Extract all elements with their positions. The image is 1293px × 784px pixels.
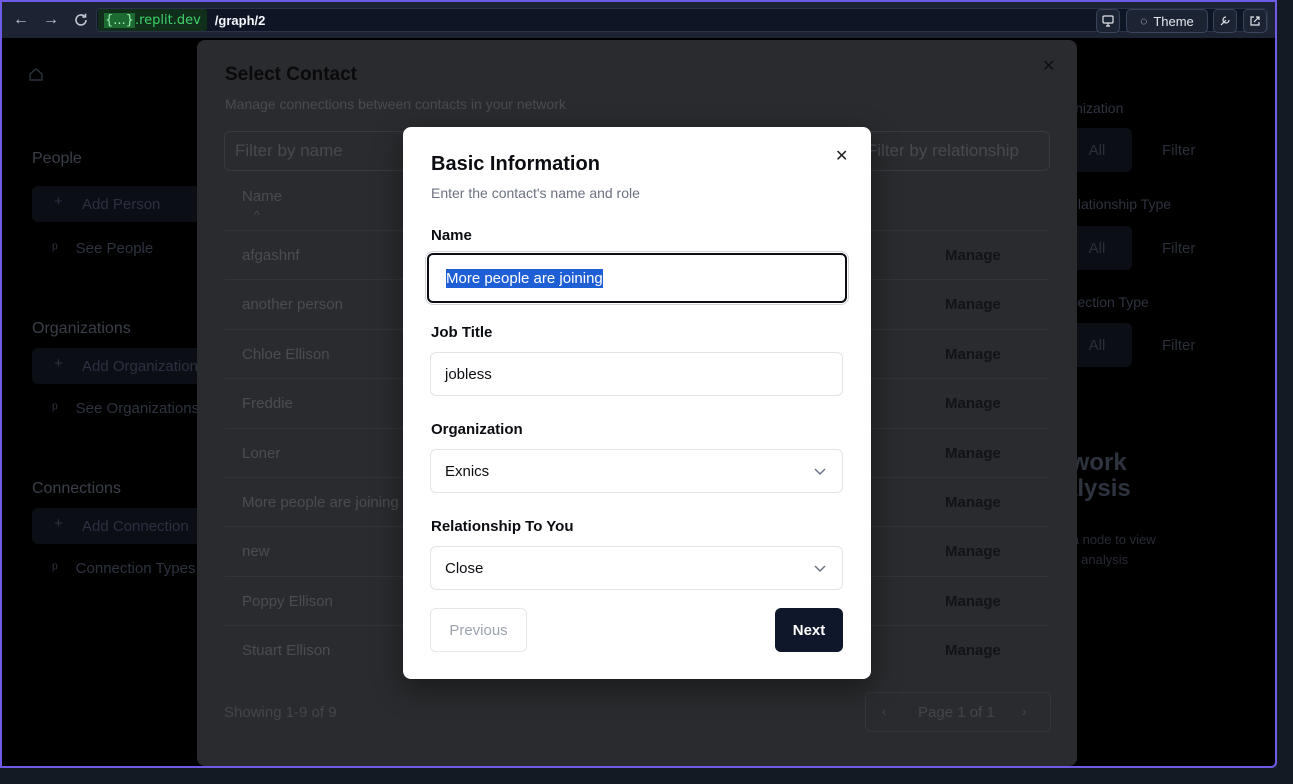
prev-page-icon[interactable]: ‹ bbox=[882, 703, 887, 719]
back-icon[interactable]: ← bbox=[8, 7, 34, 33]
job-title-value: jobless bbox=[445, 365, 492, 383]
chevron-down-icon bbox=[814, 565, 826, 573]
name-label: Name bbox=[431, 227, 472, 244]
url-bar[interactable]: {...}.replit.dev /graph/2 → bbox=[96, 8, 1268, 32]
organization-label: Organization bbox=[431, 421, 523, 438]
contact-name: Poppy Ellison bbox=[242, 592, 333, 610]
url-domain-rest: .replit.dev bbox=[134, 12, 201, 28]
close-icon[interactable]: ✕ bbox=[835, 146, 848, 166]
add-connection-button[interactable]: + Add Connection bbox=[32, 508, 202, 544]
users-icon: ᵖ bbox=[52, 560, 58, 577]
chevron-down-icon bbox=[814, 468, 826, 476]
contact-name: Stuart Ellison bbox=[242, 642, 331, 660]
sort-ascending-icon[interactable]: ^ bbox=[254, 208, 260, 222]
basic-information-modal: Basic Information Enter the contact's na… bbox=[403, 127, 871, 679]
url-domain-highlight: {...} bbox=[104, 12, 135, 28]
modal-title: Basic Information bbox=[431, 153, 600, 175]
manage-button[interactable]: Manage bbox=[945, 296, 1001, 313]
url-path: /graph/2 bbox=[214, 12, 266, 28]
contact-name: Freddie bbox=[242, 395, 293, 413]
connection-types-link[interactable]: ᵖ Connection Types bbox=[52, 560, 202, 577]
job-title-label: Job Title bbox=[431, 324, 493, 341]
theme-label: Theme bbox=[1153, 13, 1194, 29]
add-organization-button[interactable]: + Add Organization bbox=[32, 348, 202, 384]
manage-button[interactable]: Manage bbox=[945, 593, 1001, 610]
previous-button[interactable]: Previous bbox=[430, 608, 527, 652]
organization-value: Exnics bbox=[445, 462, 490, 480]
users-icon: ᵖ bbox=[52, 400, 58, 417]
name-input[interactable]: More people are joining bbox=[425, 251, 849, 305]
see-people-label: See People bbox=[75, 240, 154, 257]
job-title-input[interactable]: jobless bbox=[430, 352, 843, 396]
showing-count: Showing 1-9 of 9 bbox=[224, 704, 337, 721]
home-icon[interactable] bbox=[28, 66, 44, 82]
manage-button[interactable]: Manage bbox=[945, 395, 1001, 412]
pagination: ‹ Page 1 of 1 › bbox=[865, 692, 1051, 732]
add-person-button[interactable]: + Add Person bbox=[32, 186, 202, 222]
select-contact-subtitle: Manage connections between contacts in y… bbox=[225, 96, 566, 112]
devices-icon[interactable] bbox=[1096, 9, 1120, 33]
filter-organization-filter[interactable]: Filter bbox=[1162, 142, 1195, 159]
relationship-label: Relationship To You bbox=[431, 518, 574, 535]
manage-button[interactable]: Manage bbox=[945, 247, 1001, 264]
next-button[interactable]: Next bbox=[775, 608, 843, 652]
contact-name: afgashnf bbox=[242, 247, 300, 264]
sidebar-section-connections: Connections bbox=[32, 480, 121, 497]
url-domain: {...} .replit.dev bbox=[98, 9, 207, 31]
contact-name: Loner bbox=[242, 444, 281, 462]
manage-button[interactable]: Manage bbox=[945, 346, 1001, 363]
see-organizations-link[interactable]: ᵖ See Organizations bbox=[52, 400, 202, 417]
sidebar-section-organizations: Organizations bbox=[32, 320, 131, 337]
manage-button[interactable]: Manage bbox=[945, 494, 1001, 511]
close-icon[interactable]: ✕ bbox=[1042, 56, 1055, 76]
filter-relationship-filter[interactable]: Filter bbox=[1162, 240, 1195, 257]
screen: ← → {...}.replit.dev /graph/2 → ◌ Theme P… bbox=[0, 0, 1293, 784]
add-connection-label: Add Connection bbox=[82, 517, 189, 535]
page-indicator: Page 1 of 1 bbox=[918, 704, 995, 721]
reload-icon[interactable] bbox=[68, 7, 94, 33]
next-page-icon[interactable]: › bbox=[1022, 703, 1027, 719]
add-person-label: Add Person bbox=[82, 195, 161, 213]
window-edge bbox=[1277, 0, 1293, 784]
theme-button[interactable]: ◌ Theme bbox=[1126, 9, 1208, 33]
see-organizations-label: See Organizations bbox=[75, 400, 200, 417]
plus-icon: + bbox=[54, 193, 63, 210]
select-contact-title: Select Contact bbox=[225, 64, 357, 85]
see-people-link[interactable]: ᵖ See People bbox=[52, 240, 153, 257]
manage-button[interactable]: Manage bbox=[945, 543, 1001, 560]
add-organization-label: Add Organization bbox=[82, 357, 198, 375]
filter-relationship-label: Relationship Type bbox=[1062, 196, 1172, 212]
contact-name: another person bbox=[242, 296, 343, 314]
modal-subtitle: Enter the contact's name and role bbox=[431, 185, 640, 201]
plus-icon: + bbox=[54, 355, 63, 372]
contact-name: More people are joining bbox=[242, 494, 399, 511]
contact-name: Chloe Ellison bbox=[242, 345, 330, 363]
manage-button[interactable]: Manage bbox=[945, 642, 1001, 659]
manage-button[interactable]: Manage bbox=[945, 445, 1001, 462]
connection-types-label: Connection Types bbox=[75, 560, 196, 577]
users-icon: ᵖ bbox=[52, 240, 58, 257]
window-edge-bottom bbox=[0, 768, 1293, 784]
filter-relationship-input[interactable]: Filter by relationship bbox=[849, 131, 1050, 171]
organization-select[interactable]: Exnics bbox=[430, 449, 843, 493]
wrench-icon[interactable] bbox=[1213, 9, 1237, 33]
palette-icon: ◌ bbox=[1140, 14, 1148, 28]
plus-icon: + bbox=[54, 515, 63, 532]
contact-name: new bbox=[242, 543, 270, 561]
filter-name-input[interactable]: Filter by name bbox=[224, 131, 424, 171]
name-input-selected-text: More people are joining bbox=[446, 268, 603, 288]
column-header-name[interactable]: Name bbox=[242, 188, 282, 205]
relationship-select[interactable]: Close bbox=[430, 546, 843, 590]
forward-icon[interactable]: → bbox=[38, 7, 64, 33]
open-external-icon[interactable] bbox=[1243, 9, 1267, 33]
filter-connection-filter[interactable]: Filter bbox=[1162, 337, 1195, 354]
sidebar-section-people: People bbox=[32, 150, 82, 167]
relationship-value: Close bbox=[445, 559, 484, 577]
right-filters: Organization All Filter Relationship Typ… bbox=[1062, 38, 1275, 766]
